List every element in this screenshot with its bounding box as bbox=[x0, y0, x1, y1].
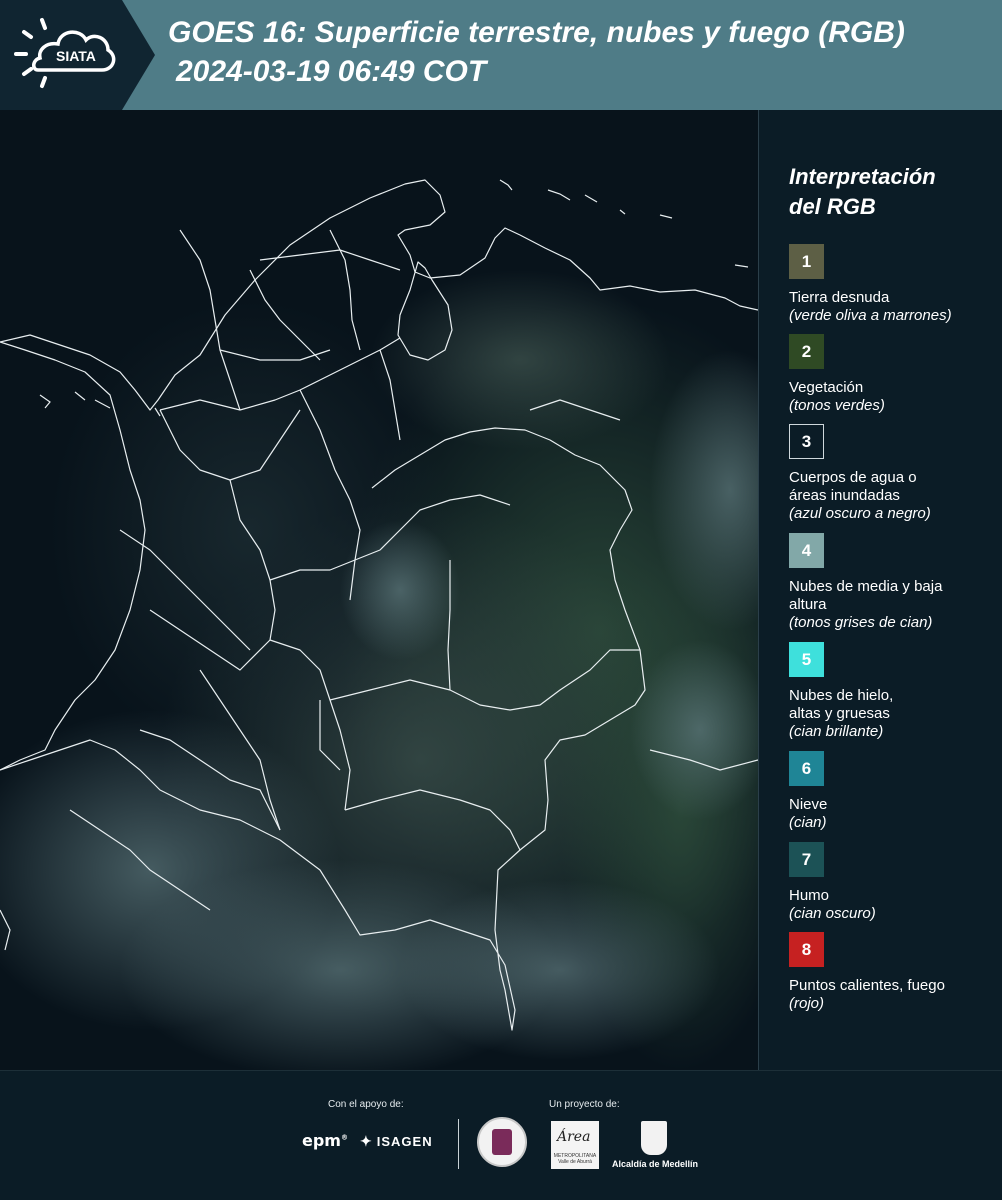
project-label: Un proyecto de: bbox=[549, 1099, 620, 1110]
legend-swatch: 5 bbox=[789, 642, 824, 677]
page-title: GOES 16: Superficie terrestre, nubes y f… bbox=[168, 16, 905, 49]
epm-logo: epm® bbox=[302, 1131, 348, 1150]
legend-item-note: (tonos grises de cian) bbox=[789, 614, 933, 631]
legend-swatch: 6 bbox=[789, 751, 824, 786]
alcaldia-shield-icon bbox=[641, 1121, 667, 1155]
footer-divider bbox=[458, 1119, 459, 1169]
legend-swatch: 4 bbox=[789, 533, 824, 568]
legend-item-note: (cian oscuro) bbox=[789, 905, 876, 922]
legend-title: Interpretación del RGB bbox=[789, 164, 936, 219]
siata-logo: SIATA bbox=[0, 0, 155, 110]
legend-item-label: Tierra desnuda bbox=[789, 289, 890, 306]
legend-panel: Interpretación del RGB 1 Tierra desnuda … bbox=[758, 110, 1002, 1070]
satellite-map bbox=[0, 110, 758, 1070]
legend-item-mid-low-clouds: 4 Nubes de media y baja altura (tonos gr… bbox=[789, 533, 999, 632]
legend-item-note: (verde oliva a marrones) bbox=[789, 307, 952, 324]
legend-item-label: Nieve bbox=[789, 796, 828, 813]
legend-swatch: 8 bbox=[789, 932, 824, 967]
legend-item-label: Puntos calientes, fuego bbox=[789, 977, 945, 994]
legend-item-ice-clouds: 5 Nubes de hielo, altas y gruesas (cian … bbox=[789, 642, 999, 741]
legend-item-vegetation: 2 Vegetación (tonos verdes) bbox=[789, 334, 999, 415]
legend-item-note: (azul oscuro a negro) bbox=[789, 505, 931, 522]
alcaldia-label: Alcaldía de Medellín bbox=[612, 1159, 699, 1169]
legend-item-snow: 6 Nieve (cian) bbox=[789, 751, 999, 832]
support-label: Con el apoyo de: bbox=[328, 1099, 404, 1110]
legend-item-note: (cian) bbox=[789, 814, 827, 831]
legend-item-label: Nubes de hielo, altas y gruesas bbox=[789, 687, 894, 722]
legend-swatch: 1 bbox=[789, 244, 824, 279]
legend-swatch: 2 bbox=[789, 334, 824, 369]
legend-item-fire: 8 Puntos calientes, fuego (rojo) bbox=[789, 932, 999, 1013]
svg-text:SIATA: SIATA bbox=[56, 48, 96, 64]
header-bar: SIATA GOES 16: Superficie terrestre, nub… bbox=[0, 0, 1002, 110]
isagen-mark-icon: ✦ bbox=[360, 1133, 373, 1149]
legend-item-note: (rojo) bbox=[789, 995, 825, 1012]
timestamp-title: 2024-03-19 06:49 COT bbox=[176, 55, 487, 88]
legend-swatch: 7 bbox=[789, 842, 824, 877]
legend-item-note: (cian brillante) bbox=[789, 723, 884, 740]
medellin-seal-icon bbox=[477, 1117, 527, 1167]
satellite-map-svg bbox=[0, 110, 758, 1070]
legend-item-smoke: 7 Humo (cian oscuro) bbox=[789, 842, 999, 923]
isagen-logo: ✦ ISAGEN bbox=[360, 1133, 433, 1149]
legend-item-label: Nubes de media y baja altura bbox=[789, 578, 943, 613]
legend-item-label: Vegetación bbox=[789, 379, 864, 396]
legend-item-note: (tonos verdes) bbox=[789, 397, 885, 414]
legend-item-label: Humo bbox=[789, 887, 830, 904]
legend-item-water: 3 Cuerpos de agua o áreas inundadas (azu… bbox=[789, 424, 999, 523]
legend-swatch: 3 bbox=[789, 424, 824, 459]
legend-item-bare-soil: 1 Tierra desnuda (verde oliva a marrones… bbox=[789, 244, 999, 325]
footer: Con el apoyo de: Un proyecto de: epm® ✦ … bbox=[0, 1070, 1002, 1200]
area-metropolitana-logo: Área METROPOLITANA Valle de Aburrá bbox=[551, 1121, 599, 1169]
legend-item-label: Cuerpos de agua o áreas inundadas bbox=[789, 469, 917, 504]
